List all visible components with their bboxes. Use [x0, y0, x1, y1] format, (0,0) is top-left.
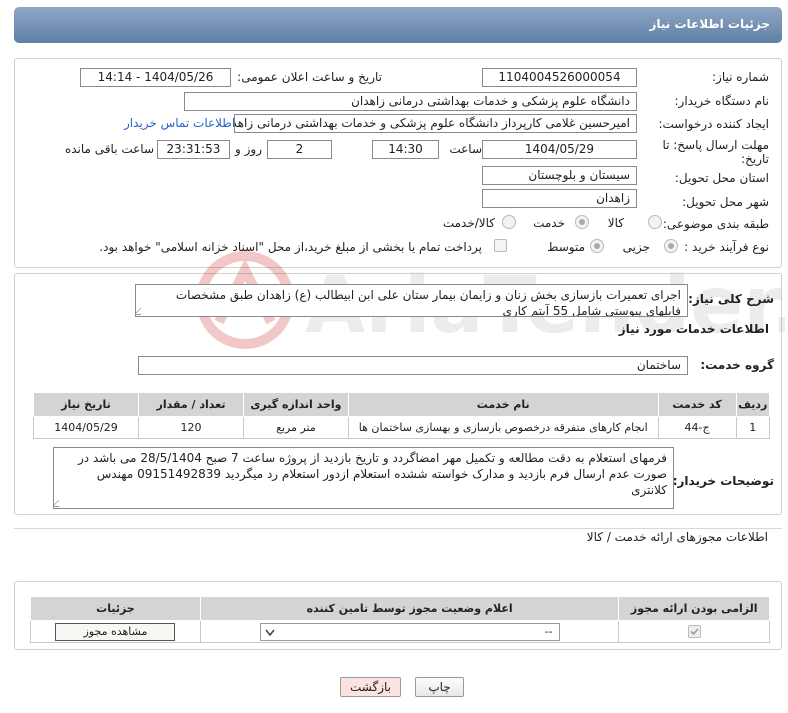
announce-datetime-field: 1404/05/26 - 14:14 — [80, 68, 231, 87]
page-header: جزئیات اطلاعات نیاز — [14, 7, 782, 43]
process-radio-medium[interactable] — [590, 239, 604, 253]
category-option-service: خدمت — [533, 216, 565, 230]
days-label: روز و — [235, 142, 262, 156]
permit-status-select[interactable]: -- — [259, 622, 560, 641]
table-row: 1 ج-44 انجام کارهای متفرقه درخصوص بازساز… — [33, 416, 771, 439]
print-button-label: چاپ — [428, 680, 451, 694]
cell-unit: متر مربع — [242, 416, 349, 439]
buyer-org-field: دانشگاه علوم پزشکی و خدمات بهداشتی درمان… — [184, 92, 637, 111]
services-table: ردیف کد خدمت نام خدمت واحد اندازه گیری ت… — [33, 392, 771, 439]
resize-grip-icon — [54, 500, 66, 507]
treasury-checkbox[interactable] — [494, 239, 507, 252]
permits-section-title: اطلاعات مجوزهای ارائه خدمت / کالا — [586, 530, 768, 544]
back-button[interactable]: بازگشت — [340, 677, 401, 697]
category-radio-goods-service[interactable] — [502, 215, 516, 229]
permits-table: الزامی بودن ارائه مجوز اعلام وضعیت مجوز … — [30, 596, 770, 643]
description-label: شرح کلی نیاز: — [688, 292, 774, 306]
permits-divider — [14, 528, 782, 529]
cell-service-name: انجام کارهای متفرقه درخصوص بازسازی و بهس… — [347, 416, 659, 439]
buyer-contact-link[interactable]: اطلاعات تماس خریدار — [124, 116, 235, 130]
deadline-time-field: 14:30 — [372, 140, 439, 159]
check-icon — [690, 628, 699, 636]
process-option-minor: جزیی — [622, 240, 650, 254]
category-option-goods: کالا — [607, 216, 624, 230]
creator-label: ایجاد کننده درخواست: — [658, 117, 769, 131]
deadline-label: مهلت ارسال پاسخ: تا — [662, 138, 769, 152]
cell-row-number: 1 — [735, 416, 771, 439]
page-title: جزئیات اطلاعات نیاز — [649, 17, 770, 31]
services-table-header: ردیف کد خدمت نام خدمت واحد اندازه گیری ت… — [33, 392, 771, 417]
cell-need-date: 1404/05/29 — [33, 416, 139, 439]
buyer-notes-text: فرمهای استعلام به دقت مطالعه و تکمیل مهر… — [77, 451, 667, 497]
deadline-date-label: تاریخ: — [741, 152, 769, 166]
city-field: زاهدان — [482, 189, 637, 208]
col-unit: واحد اندازه گیری — [242, 392, 349, 417]
col-permit-details: جزئیات — [30, 596, 201, 621]
back-button-label: بازگشت — [350, 680, 391, 694]
need-number-label: شماره نیاز: — [712, 70, 769, 84]
col-service-name: نام خدمت — [347, 392, 659, 417]
col-permit-status: اعلام وضعیت مجوز توسط تامین کننده — [199, 596, 620, 621]
resize-grip-icon — [136, 308, 148, 315]
category-radio-service[interactable] — [575, 215, 589, 229]
category-radio-goods[interactable] — [648, 215, 662, 229]
category-label: طبقه بندی موضوعی: — [662, 217, 769, 231]
category-option-goods-service: کالا/خدمت — [442, 216, 495, 230]
col-permit-required: الزامی بودن ارائه مجوز — [618, 596, 770, 621]
cell-service-code: ج-44 — [657, 416, 737, 439]
description-textarea: اجرای تعمیرات بازسازی بخش زنان و زایمان … — [135, 284, 688, 317]
deadline-time-label: ساعت — [449, 142, 482, 156]
treasury-note: پرداخت تمام یا بخشی از مبلغ خرید،از محل … — [99, 240, 482, 254]
process-label: نوع فرآیند خرید : — [684, 240, 769, 254]
permits-table-header: الزامی بودن ارائه مجوز اعلام وضعیت مجوز … — [30, 596, 770, 621]
view-permit-button[interactable]: مشاهده مجوز — [55, 622, 176, 641]
chevron-down-icon — [265, 629, 275, 636]
cell-quantity: 120 — [138, 416, 244, 439]
permit-status-value: -- — [544, 624, 553, 638]
services-section-title: اطلاعات خدمات مورد نیاز — [618, 322, 769, 336]
province-field: سیستان و بلوچستان — [482, 166, 637, 185]
need-number-field: 1104004526000054 — [482, 68, 637, 87]
col-need-date: تاریخ نیاز — [33, 392, 139, 417]
service-group-field: ساختمان — [138, 356, 688, 375]
creator-field: امیرحسین غلامی کارپرداز دانشگاه علوم پزش… — [234, 114, 637, 133]
col-quantity: تعداد / مقدار — [138, 392, 244, 417]
city-label: شهر محل تحویل: — [682, 195, 769, 209]
permit-required-checkbox — [687, 625, 701, 639]
cell-permit-required — [618, 620, 770, 643]
description-text: اجرای تعمیرات بازسازی بخش زنان و زایمان … — [175, 288, 681, 317]
province-label: استان محل تحویل: — [674, 171, 769, 185]
announce-label: تاریخ و ساعت اعلان عمومی: — [237, 70, 382, 84]
buyer-org-label: نام دستگاه خریدار: — [674, 94, 770, 108]
view-permit-label: مشاهده مجوز — [83, 624, 148, 638]
request-info-panel — [14, 58, 782, 268]
buyer-notes-textarea: فرمهای استعلام به دقت مطالعه و تکمیل مهر… — [53, 447, 674, 509]
service-group-label: گروه خدمت: — [700, 358, 774, 372]
permit-row: -- مشاهده مجوز — [30, 620, 770, 643]
deadline-date-field: 1404/05/29 — [482, 140, 637, 159]
cell-permit-status: -- — [199, 620, 620, 643]
process-option-medium: متوسط — [547, 240, 585, 254]
cell-permit-details: مشاهده مجوز — [30, 620, 201, 643]
remaining-days-field: 2 — [267, 140, 332, 159]
remaining-label: ساعت باقی مانده — [64, 142, 154, 156]
col-service-code: کد خدمت — [657, 392, 737, 417]
buyer-notes-label: توضیحات خریدار: — [672, 474, 774, 488]
remaining-time-field: 23:31:53 — [157, 140, 230, 159]
print-button[interactable]: چاپ — [415, 677, 464, 697]
col-row-number: ردیف — [735, 392, 771, 417]
process-radio-minor[interactable] — [664, 239, 678, 253]
